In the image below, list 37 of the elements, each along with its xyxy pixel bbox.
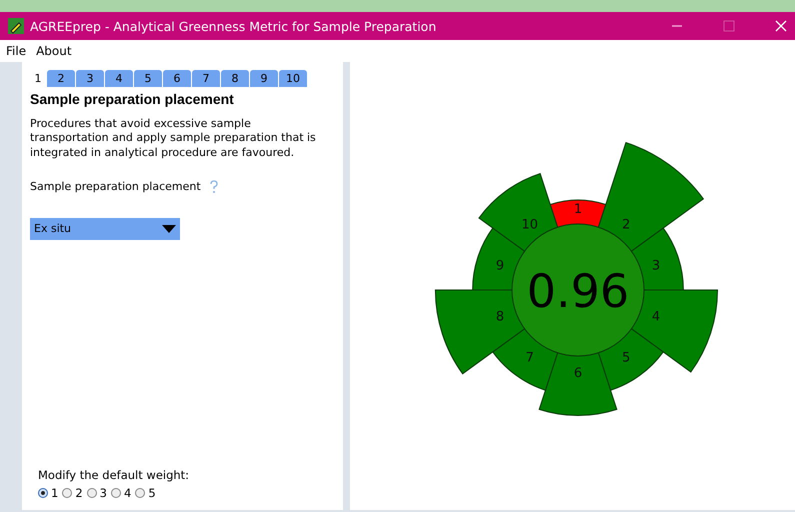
- caret-icon: [162, 224, 176, 233]
- tab[interactable]: 6: [163, 70, 191, 87]
- score-text: 0.96: [526, 264, 629, 318]
- weight-label: Modify the default weight:: [38, 468, 190, 482]
- segment-number: 10: [521, 218, 538, 233]
- segment-number: 7: [525, 350, 534, 366]
- segment-number: 5: [622, 350, 630, 366]
- weight-radio[interactable]: 5: [135, 486, 156, 500]
- section-heading: Sample preparation placement: [30, 91, 235, 107]
- weight-radio[interactable]: 1: [38, 486, 58, 500]
- segment-number: 3: [651, 258, 660, 274]
- tab[interactable]: 2: [47, 70, 75, 87]
- tab[interactable]: 7: [192, 70, 220, 87]
- field-label: Sample preparation placement: [30, 180, 201, 194]
- segment-number: 9: [495, 258, 504, 274]
- close-icon[interactable]: [775, 20, 787, 32]
- weight-radio[interactable]: 4: [110, 486, 132, 500]
- segment-number: 2: [622, 218, 630, 233]
- tab[interactable]: 9: [250, 70, 278, 87]
- segment-number: 1: [573, 202, 582, 217]
- tab[interactable]: 8: [221, 70, 249, 87]
- window-title: AGREEprep - Analytical Greenness Metric for Sample Preparation: [30, 18, 438, 34]
- menu-item[interactable]: File: [6, 44, 26, 58]
- weight-radio[interactable]: 2: [62, 486, 83, 500]
- tab[interactable]: 3: [76, 70, 104, 87]
- placement-dropdown[interactable]: Ex situ: [30, 218, 180, 240]
- help-icon[interactable]: [208, 180, 219, 194]
- segment-number: 6: [573, 366, 582, 381]
- tab[interactable]: 4: [105, 70, 133, 87]
- description-text: Procedures that avoid excessive sample transportation and apply sample preparation that is integrated in analytical procedure are favoured.: [30, 117, 317, 160]
- tab[interactable]: 5: [134, 70, 162, 87]
- app-icon: [8, 18, 24, 34]
- segment-number: 8: [495, 309, 504, 324]
- menu-item[interactable]: About: [36, 44, 72, 58]
- segment-number: 4: [651, 309, 660, 324]
- weight-radio[interactable]: 3: [86, 486, 107, 500]
- tab[interactable]: 10: [279, 70, 307, 87]
